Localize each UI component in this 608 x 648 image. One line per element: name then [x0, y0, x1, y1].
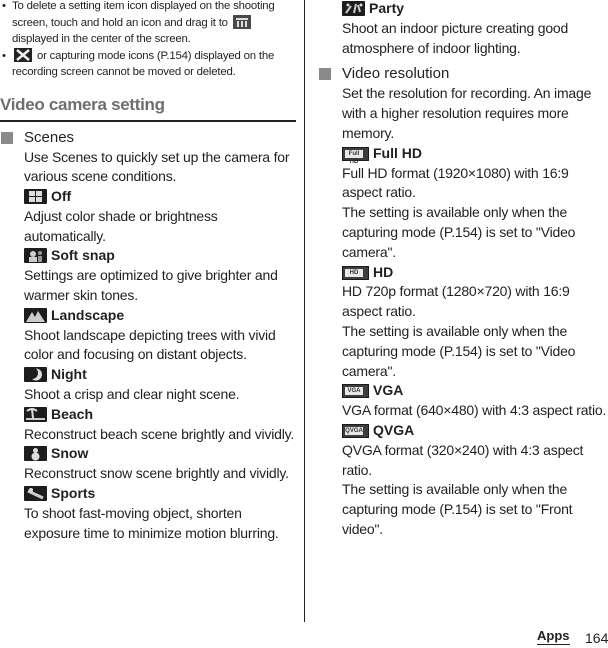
scene-option-description: Reconstruct snow scene brightly and vivi…: [24, 465, 289, 482]
soft-snap-icon: [24, 248, 47, 264]
page-number: 164: [585, 630, 608, 646]
resolution-option-description: VGA format (640×480) with 4:3 aspect rat…: [342, 402, 607, 419]
section-title: Video camera setting: [0, 93, 296, 122]
resolution-option-description: HD 720p format (1280×720) with 16:9 aspe…: [342, 283, 570, 320]
tools-icon: [14, 47, 32, 62]
note-delete-icon: • To delete a setting item icon displaye…: [2, 0, 275, 45]
vga-icon: VGA: [342, 384, 369, 399]
scene-option-party: Party: [318, 0, 608, 19]
trash-icon: [232, 14, 251, 29]
scene-option-description: Shoot an indoor picture creating good at…: [342, 19, 569, 56]
qvga-icon: QVGA: [342, 423, 369, 438]
scene-option-description: Adjust color shade or brightness automat…: [24, 207, 218, 244]
scene-option-off: Off: [0, 187, 300, 207]
scene-option-soft-snap: Soft snap: [0, 246, 300, 266]
square-bullet-icon: [319, 68, 331, 81]
resolution-option-hd: HD HD: [318, 263, 608, 283]
scene-option-description: To shoot fast-moving object, shorten exp…: [24, 504, 279, 541]
scene-option-beach: Beach: [0, 405, 300, 425]
scene-option-sports: Sports: [0, 484, 300, 504]
bullet: •: [2, 0, 6, 12]
resolution-option-description: Full HD format (1920×1080) with 16:9 asp…: [342, 164, 569, 201]
landscape-icon: [24, 307, 47, 323]
left-column: • To delete a setting item icon displaye…: [0, 0, 300, 543]
resolution-option-note: The setting is available only when the c…: [342, 481, 573, 537]
full-hd-icon: Full HD: [342, 146, 369, 165]
resolution-option-note: The setting is available only when the c…: [342, 204, 576, 260]
scene-option-description: Shoot landscape depicting trees with viv…: [24, 326, 276, 363]
footer-section-label: Apps: [537, 628, 570, 645]
night-moon-icon: [24, 367, 47, 383]
beach-palm-icon: [24, 406, 47, 422]
scene-option-description: Settings are optimized to give brighter …: [24, 267, 278, 304]
party-icon: [342, 1, 365, 16]
hd-icon: HD: [342, 265, 369, 280]
scene-option-landscape: Landscape: [0, 306, 300, 326]
resolution-option-full-hd: Full HD Full HD: [318, 144, 608, 165]
page-footer: Apps 164: [508, 628, 608, 648]
video-resolution-description: Set the resolution for recording. An ima…: [342, 85, 592, 141]
video-resolution-heading: Video resolution: [318, 64, 608, 84]
column-divider: [304, 0, 305, 622]
scene-option-snow: Snow: [0, 444, 300, 464]
scene-option-description: Reconstruct beach scene brightly and viv…: [24, 425, 295, 442]
note-cannot-move: • or capturing mode icons (P.154) displa…: [2, 47, 275, 78]
resolution-option-qvga: QVGA QVGA: [318, 421, 608, 441]
scene-option-night: Night: [0, 365, 300, 385]
snowman-icon: [24, 446, 47, 462]
resolution-option-note: The setting is available only when the c…: [342, 322, 576, 379]
resolution-option-vga: VGA VGA: [318, 381, 608, 401]
grid-off-icon: [24, 189, 47, 205]
scene-option-description: Shoot a crisp and clear night scene.: [24, 386, 240, 403]
square-bullet-icon: [1, 131, 13, 144]
scenes-heading: Scenes: [0, 128, 300, 148]
resolution-option-description: QVGA format (320×240) with 4:3 aspect ra…: [342, 441, 584, 478]
sports-icon: [24, 486, 47, 502]
right-column: Party Shoot an indoor picture creating g…: [318, 0, 608, 540]
scenes-description: Use Scenes to quickly set up the camera …: [24, 148, 290, 185]
